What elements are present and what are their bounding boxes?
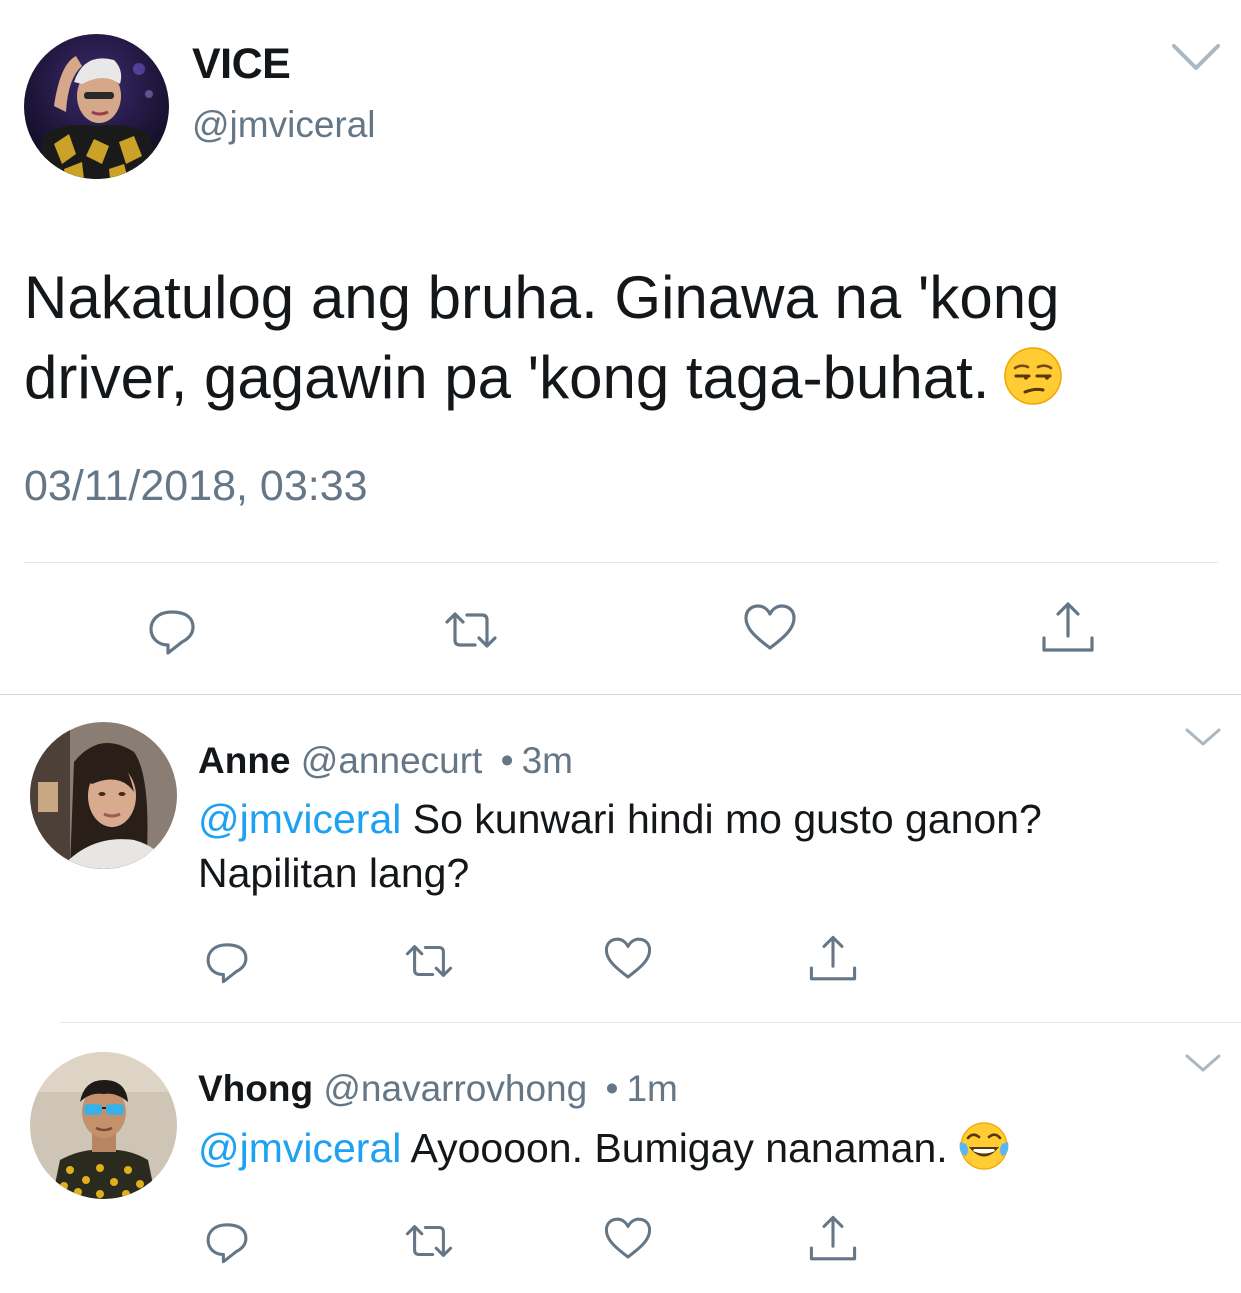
like-icon xyxy=(604,1217,652,1259)
reply-header: Vhong @navarrovhong • 1m xyxy=(198,1068,678,1110)
share-button[interactable] xyxy=(806,932,860,986)
reply-author-name[interactable]: Anne xyxy=(198,740,291,781)
reply-button[interactable] xyxy=(200,934,254,988)
reply-time[interactable]: 1m xyxy=(626,1068,677,1109)
like-icon xyxy=(744,604,796,650)
reply-text-content: Ayoooon. Bumigay nanaman. xyxy=(401,1125,948,1171)
tears-of-joy-emoji xyxy=(958,1120,1010,1172)
like-button[interactable] xyxy=(740,598,800,658)
tweet-text-content: Nakatulog ang bruha. Ginawa na 'kong dri… xyxy=(24,264,1060,411)
reply-avatar[interactable] xyxy=(30,722,177,869)
reply-avatar[interactable] xyxy=(30,1052,177,1199)
author-handle[interactable]: @jmviceral xyxy=(192,104,376,146)
reply-header: Anne @annecurt • 3m xyxy=(198,740,573,782)
share-icon xyxy=(809,935,857,981)
retweet-icon xyxy=(405,1225,453,1257)
share-button[interactable] xyxy=(1038,598,1098,658)
share-icon xyxy=(809,1215,857,1261)
unamused-face-emoji xyxy=(1003,346,1063,406)
chevron-down-icon[interactable] xyxy=(1184,726,1222,748)
share-icon xyxy=(1042,602,1094,652)
reply-author-name[interactable]: Vhong xyxy=(198,1068,313,1109)
like-icon xyxy=(604,937,652,979)
author-name[interactable]: VICE xyxy=(192,40,291,89)
divider xyxy=(24,562,1218,563)
retweet-icon xyxy=(445,612,497,648)
retweet-button[interactable] xyxy=(441,600,501,660)
mention-link[interactable]: @jmviceral xyxy=(198,796,401,842)
reply-button[interactable] xyxy=(142,600,202,660)
reply-author-handle[interactable]: @navarrovhong xyxy=(323,1068,587,1109)
reply-icon xyxy=(206,943,248,984)
reply-text: @jmviceral So kunwari hindi mo gusto gan… xyxy=(198,792,1198,900)
reply-text: @jmviceral Ayoooon. Bumigay nanaman. xyxy=(198,1120,1198,1175)
divider xyxy=(0,694,1241,695)
chevron-down-icon[interactable] xyxy=(1170,40,1222,74)
retweet-icon xyxy=(405,945,453,977)
retweet-button[interactable] xyxy=(402,934,456,988)
reply-icon xyxy=(149,610,195,655)
separator-dot: • xyxy=(500,740,514,781)
separator-dot: • xyxy=(605,1068,619,1109)
tweet-timestamp: 03/11/2018, 03:33 xyxy=(24,462,368,510)
chevron-down-icon[interactable] xyxy=(1184,1052,1222,1074)
reply-time[interactable]: 3m xyxy=(522,740,573,781)
mention-link[interactable]: @jmviceral xyxy=(198,1125,401,1171)
reply-button[interactable] xyxy=(200,1214,254,1268)
like-button[interactable] xyxy=(601,932,655,986)
retweet-button[interactable] xyxy=(402,1214,456,1268)
main-avatar[interactable] xyxy=(24,34,169,179)
share-button[interactable] xyxy=(806,1212,860,1266)
like-button[interactable] xyxy=(601,1212,655,1266)
reply-icon xyxy=(206,1223,248,1264)
reply-author-handle[interactable]: @annecurt xyxy=(301,740,483,781)
divider xyxy=(60,1022,1241,1023)
tweet-text: Nakatulog ang bruha. Ginawa na 'kong dri… xyxy=(24,258,1224,418)
